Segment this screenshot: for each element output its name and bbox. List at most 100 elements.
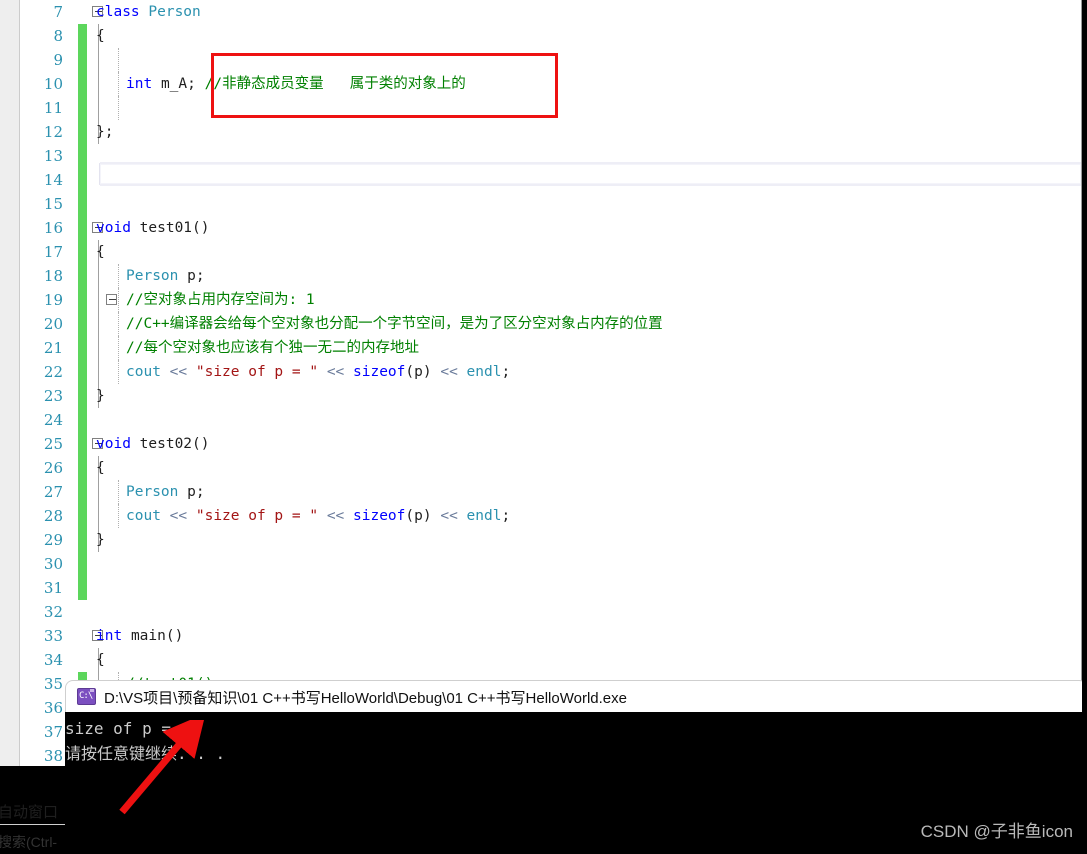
change-indicator (78, 576, 87, 600)
code-text: //C++编译器会给每个空对象也分配一个字节空间，是为了区分空对象占内存的位置 (126, 316, 663, 332)
change-indicator (78, 456, 87, 480)
autos-search-input[interactable]: 搜索(Ctrl- (0, 832, 70, 854)
line-number: 31 (43, 579, 63, 597)
code-line[interactable]: 28 cout << "size of p = " << sizeof(p) <<… (20, 504, 1082, 528)
line-number: 35 (43, 675, 63, 693)
code-text: { (96, 28, 105, 44)
line-number: 17 (43, 243, 63, 261)
code-line[interactable]: 33 int main() (20, 624, 1082, 648)
console-title-text: D:\VS项目\预备知识\01 C++书写HelloWorld\Debug\01… (104, 690, 627, 707)
line-number: 22 (43, 363, 63, 381)
line-number: 28 (43, 507, 63, 525)
line-number: 15 (43, 195, 63, 213)
code-line[interactable]: 31 (20, 576, 1082, 600)
code-line[interactable]: 16 void test01() (20, 216, 1082, 240)
line-number: 37 (43, 723, 63, 741)
code-line[interactable]: 22 cout << "size of p = " << sizeof(p) <<… (20, 360, 1082, 384)
code-text: class Person (96, 4, 201, 20)
code-line[interactable]: 17 { (20, 240, 1082, 264)
line-number: 24 (43, 411, 63, 429)
code-text: } (96, 532, 105, 548)
code-line[interactable]: 32 (20, 600, 1082, 624)
change-indicator (78, 384, 87, 408)
code-line[interactable]: 34 { (20, 648, 1082, 672)
line-number: 26 (43, 459, 63, 477)
code-line[interactable]: 21 //每个空对象也应该有个独一无二的内存地址 (20, 336, 1082, 360)
collapse-toggle-icon[interactable] (106, 294, 117, 305)
code-line[interactable]: 10 int m_A; //非静态成员变量 属于类的对象上的 (20, 72, 1082, 96)
line-number: 30 (43, 555, 63, 573)
change-indicator (78, 216, 87, 240)
line-number: 8 (53, 27, 63, 45)
code-line[interactable]: 7 class Person (20, 0, 1082, 24)
code-text: int main() (96, 628, 184, 644)
code-line[interactable]: 20 //C++编译器会给每个空对象也分配一个字节空间，是为了区分空对象占内存的位… (20, 312, 1082, 336)
change-indicator (78, 432, 87, 456)
change-indicator (78, 144, 87, 168)
change-indicator (78, 312, 87, 336)
panel-divider (0, 824, 66, 825)
line-number: 13 (43, 147, 63, 165)
line-number: 19 (43, 291, 63, 309)
code-text: //空对象占用内存空间为: 1 (126, 292, 315, 308)
code-line[interactable]: 12}; (20, 120, 1082, 144)
line-number: 12 (43, 123, 63, 141)
line-number: 18 (43, 267, 63, 285)
code-line[interactable]: 11 (20, 96, 1082, 120)
change-indicator (78, 240, 87, 264)
code-text: cout << "size of p = " << sizeof(p) << e… (126, 508, 511, 524)
change-indicator (78, 264, 87, 288)
code-line[interactable]: 23} (20, 384, 1082, 408)
change-indicator (78, 288, 87, 312)
code-editor[interactable]: 7 class Person 8{9 10 int m_A; //非静态成员变量 属于类… (20, 0, 1082, 766)
change-indicator (78, 120, 87, 144)
code-line[interactable]: 15 (20, 192, 1082, 216)
line-number: 14 (43, 171, 63, 189)
visual-studio-window: 7 class Person 8{9 10 int m_A; //非静态成员变量 属于类… (0, 0, 1087, 854)
line-number: 21 (43, 339, 63, 357)
console-app-icon (77, 688, 96, 705)
line-number: 33 (43, 627, 63, 645)
code-text: int m_A; //非静态成员变量 属于类的对象上的 (126, 76, 466, 92)
line-number: 16 (43, 219, 63, 237)
line-number: 29 (43, 531, 63, 549)
change-indicator (78, 552, 87, 576)
code-text: { (96, 244, 105, 260)
code-text: }; (96, 124, 114, 140)
line-number: 38 (43, 747, 63, 765)
code-line[interactable]: 25 void test02() (20, 432, 1082, 456)
code-text: cout << "size of p = " << sizeof(p) << e… (126, 364, 511, 380)
console-icon-bump (90, 689, 94, 692)
csdn-watermark: CSDN @子非鱼icon (920, 822, 1073, 841)
code-line[interactable]: 9 (20, 48, 1082, 72)
autos-window-label: 自动窗口 (0, 804, 59, 821)
code-line[interactable]: 18 Person p; (20, 264, 1082, 288)
code-line[interactable]: 30 (20, 552, 1082, 576)
code-line[interactable]: 24 (20, 408, 1082, 432)
autos-search-placeholder: 搜索(Ctrl- (0, 834, 58, 850)
line-number: 27 (43, 483, 63, 501)
autos-window-title[interactable]: 自动窗口 (0, 798, 70, 826)
code-line[interactable]: 26 { (20, 456, 1082, 480)
line-number: 10 (43, 75, 63, 93)
code-line[interactable]: 8{ (20, 24, 1082, 48)
code-text: } (96, 388, 105, 404)
code-line[interactable]: 19 //空对象占用内存空间为: 1 (20, 288, 1082, 312)
change-indicator (78, 48, 87, 72)
window-right-border (1082, 0, 1087, 854)
change-indicator (78, 480, 87, 504)
code-text: { (96, 652, 105, 668)
line-number: 20 (43, 315, 63, 333)
code-text: //每个空对象也应该有个独一无二的内存地址 (126, 340, 419, 356)
code-line[interactable]: 29} (20, 528, 1082, 552)
code-text: { (96, 460, 105, 476)
line-number: 25 (43, 435, 63, 453)
change-indicator (78, 336, 87, 360)
line-number: 7 (53, 3, 63, 21)
code-text: void test02() (96, 436, 210, 452)
change-indicator (78, 408, 87, 432)
change-indicator (78, 504, 87, 528)
line-number: 34 (43, 651, 63, 669)
console-title-bar[interactable]: D:\VS项目\预备知识\01 C++书写HelloWorld\Debug\01… (65, 680, 1087, 712)
code-line[interactable]: 27 Person p; (20, 480, 1082, 504)
